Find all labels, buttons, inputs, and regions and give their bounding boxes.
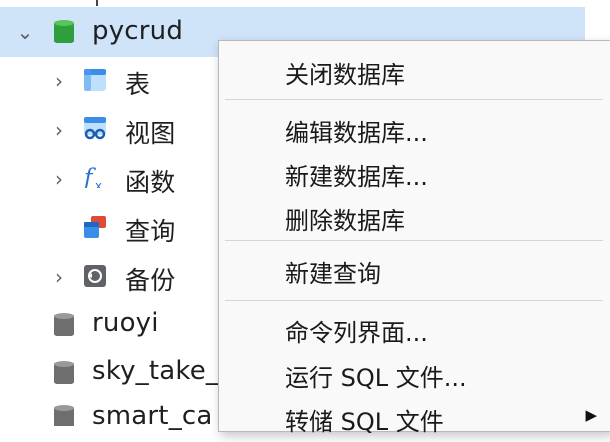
previous-row-remnant	[0, 0, 585, 7]
tree-item-label: 函数	[125, 168, 176, 197]
chevron-right-icon[interactable]: ›	[50, 71, 68, 91]
menu-item-close-database[interactable]: 关闭数据库	[219, 49, 609, 93]
tree-item-label: pycrud	[92, 16, 184, 46]
svg-text:x: x	[95, 179, 102, 188]
database-icon	[54, 313, 74, 336]
tree-item-label: sky_take_	[92, 356, 220, 386]
menu-item-label: 编辑数据库...	[285, 119, 428, 147]
view-icon	[84, 117, 106, 140]
backup-icon	[84, 265, 106, 287]
tree-item-label: ruoyi	[92, 308, 159, 338]
tree-item-label: 表	[125, 70, 151, 99]
database-icon	[54, 405, 74, 426]
svg-text:f: f	[82, 165, 96, 188]
menu-item-label: 运行 SQL 文件...	[285, 364, 467, 392]
menu-item-dump-sql-file[interactable]: 转储 SQL 文件 ▶	[219, 396, 609, 440]
menu-item-run-sql-file[interactable]: 运行 SQL 文件...	[219, 352, 609, 396]
function-icon: f x	[82, 165, 102, 188]
query-icon	[84, 216, 106, 238]
tree-item-label: 备份	[125, 266, 176, 295]
menu-item-label: 关闭数据库	[285, 61, 405, 89]
submenu-arrow-icon: ▶	[585, 406, 597, 424]
menu-item-label: 新建数据库...	[285, 163, 428, 191]
menu-item-delete-database[interactable]: 删除数据库	[219, 195, 609, 239]
menu-separator	[225, 240, 603, 241]
tree-item-label: 查询	[125, 217, 176, 246]
menu-item-label: 删除数据库	[285, 207, 405, 235]
chevron-right-icon[interactable]: ›	[50, 267, 68, 287]
menu-separator	[225, 99, 603, 100]
database-green-icon	[54, 20, 74, 43]
chevron-down-icon[interactable]: ⌄	[16, 22, 34, 42]
menu-item-label: 命令列界面...	[285, 319, 428, 347]
table-icon	[84, 69, 106, 91]
tree-item-label: smart_ca	[92, 401, 213, 431]
menu-item-command-line[interactable]: 命令列界面...	[219, 307, 609, 351]
tree-item-label: 视图	[125, 119, 176, 148]
menu-item-label: 转储 SQL 文件	[285, 408, 444, 436]
menu-separator	[225, 300, 603, 301]
menu-item-label: 新建查询	[285, 260, 381, 288]
chevron-right-icon[interactable]: ›	[50, 120, 68, 140]
database-icon	[54, 361, 74, 384]
menu-item-new-database[interactable]: 新建数据库...	[219, 151, 609, 195]
menu-item-edit-database[interactable]: 编辑数据库...	[219, 107, 609, 151]
context-menu: 关闭数据库 编辑数据库... 新建数据库... 删除数据库 新建查询 命令列界面…	[218, 40, 610, 436]
menu-item-new-query[interactable]: 新建查询	[219, 248, 609, 292]
chevron-right-icon[interactable]: ›	[50, 169, 68, 189]
